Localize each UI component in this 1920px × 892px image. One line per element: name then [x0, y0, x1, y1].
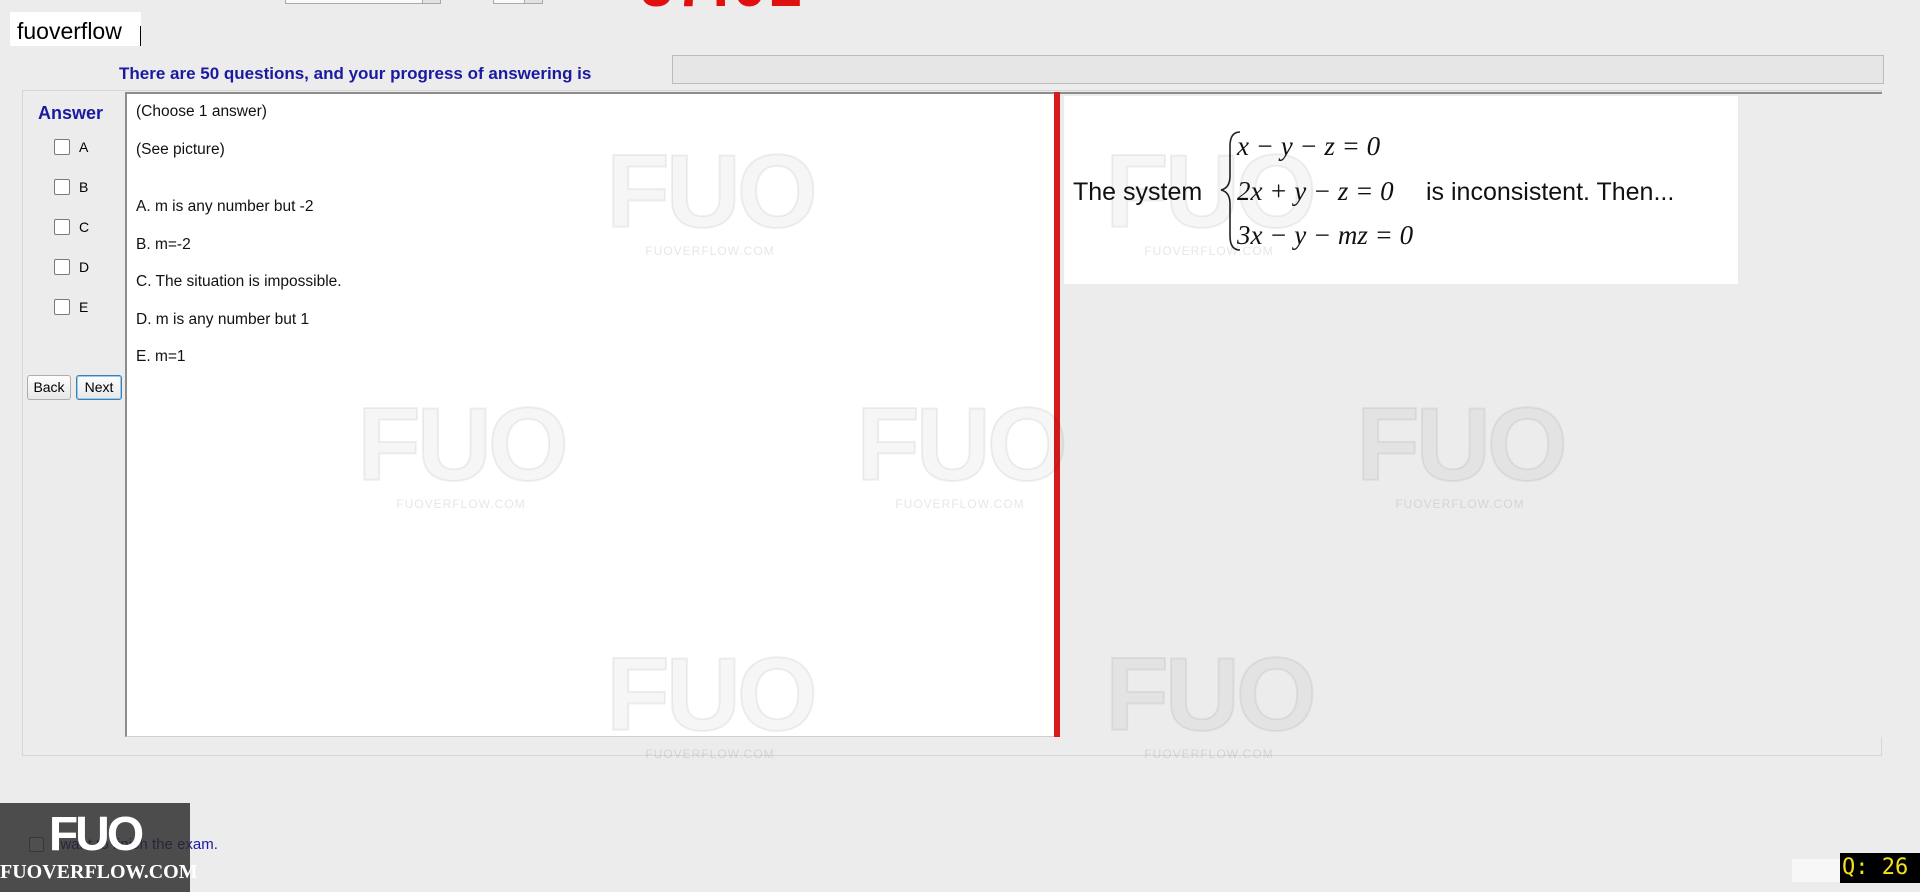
equation-2: 2x + y − z = 0	[1237, 176, 1394, 206]
answer-option-label: D	[79, 259, 90, 275]
checkbox[interactable]	[54, 219, 70, 235]
question-instruction: (Choose 1 answer)	[136, 103, 267, 120]
progress-bar	[672, 55, 1884, 84]
text-cursor	[140, 26, 141, 46]
site-logo: FUO FUOVERFLOW.COM	[0, 803, 198, 892]
checkbox[interactable]	[54, 139, 70, 155]
choice-d: D. m is any number but 1	[136, 311, 310, 328]
chevron-down-icon[interactable]	[524, 0, 542, 3]
question-see-picture: (See picture)	[136, 141, 225, 158]
answer-option-label: A	[79, 139, 89, 155]
question-number-indicator: Q: 26	[1840, 853, 1920, 883]
brand-label: fuoverflow	[10, 12, 141, 46]
checkbox[interactable]	[54, 299, 70, 315]
answer-option-c[interactable]: C	[54, 218, 89, 236]
choice-b: B. m=-2	[136, 236, 191, 253]
progress-label: There are 50 questions, and your progres…	[119, 64, 592, 83]
bottom-status-box	[1792, 859, 1840, 882]
answer-option-d[interactable]: D	[54, 258, 89, 276]
answer-title: Answer	[38, 103, 104, 123]
choice-c: C. The situation is impossible.	[136, 273, 342, 290]
chevron-down-icon[interactable]	[422, 0, 440, 3]
logo-name: FUOVERFLOW.COM	[0, 861, 198, 883]
checkbox[interactable]	[54, 259, 70, 275]
answer-option-e[interactable]: E	[54, 298, 88, 316]
answer-option-label: B	[79, 179, 89, 195]
choice-a: A. m is any number but -2	[136, 198, 314, 215]
back-button[interactable]: Back	[27, 375, 71, 400]
equation-1: x − y − z = 0	[1236, 131, 1381, 161]
question-image: The system x − y − z = 0 2x + y − z = 0 …	[1064, 96, 1738, 284]
choice-e: E. m=1	[136, 348, 186, 365]
top-combo-box[interactable]	[285, 0, 441, 4]
answer-option-label: E	[79, 299, 89, 315]
checkbox[interactable]	[54, 179, 70, 195]
logo-mark: FUO	[48, 808, 144, 861]
answer-option-a[interactable]: A	[54, 138, 88, 156]
answer-option-label: C	[79, 219, 90, 235]
question-text-panel[interactable]: (Choose 1 answer) (See picture) A. m is …	[125, 92, 1057, 737]
next-button[interactable]: Next	[76, 375, 122, 400]
equation-3: 3x − y − mz = 0	[1236, 220, 1414, 250]
equation-system-figure: The system x − y − z = 0 2x + y − z = 0 …	[1073, 131, 1674, 251]
system-lead-text: The system	[1073, 178, 1202, 206]
system-tail-text: is inconsistent. Then...	[1426, 178, 1674, 206]
top-small-combo-box[interactable]	[493, 0, 543, 4]
countdown-timer: 57:01	[640, 0, 803, 16]
answer-option-b[interactable]: B	[54, 178, 88, 196]
